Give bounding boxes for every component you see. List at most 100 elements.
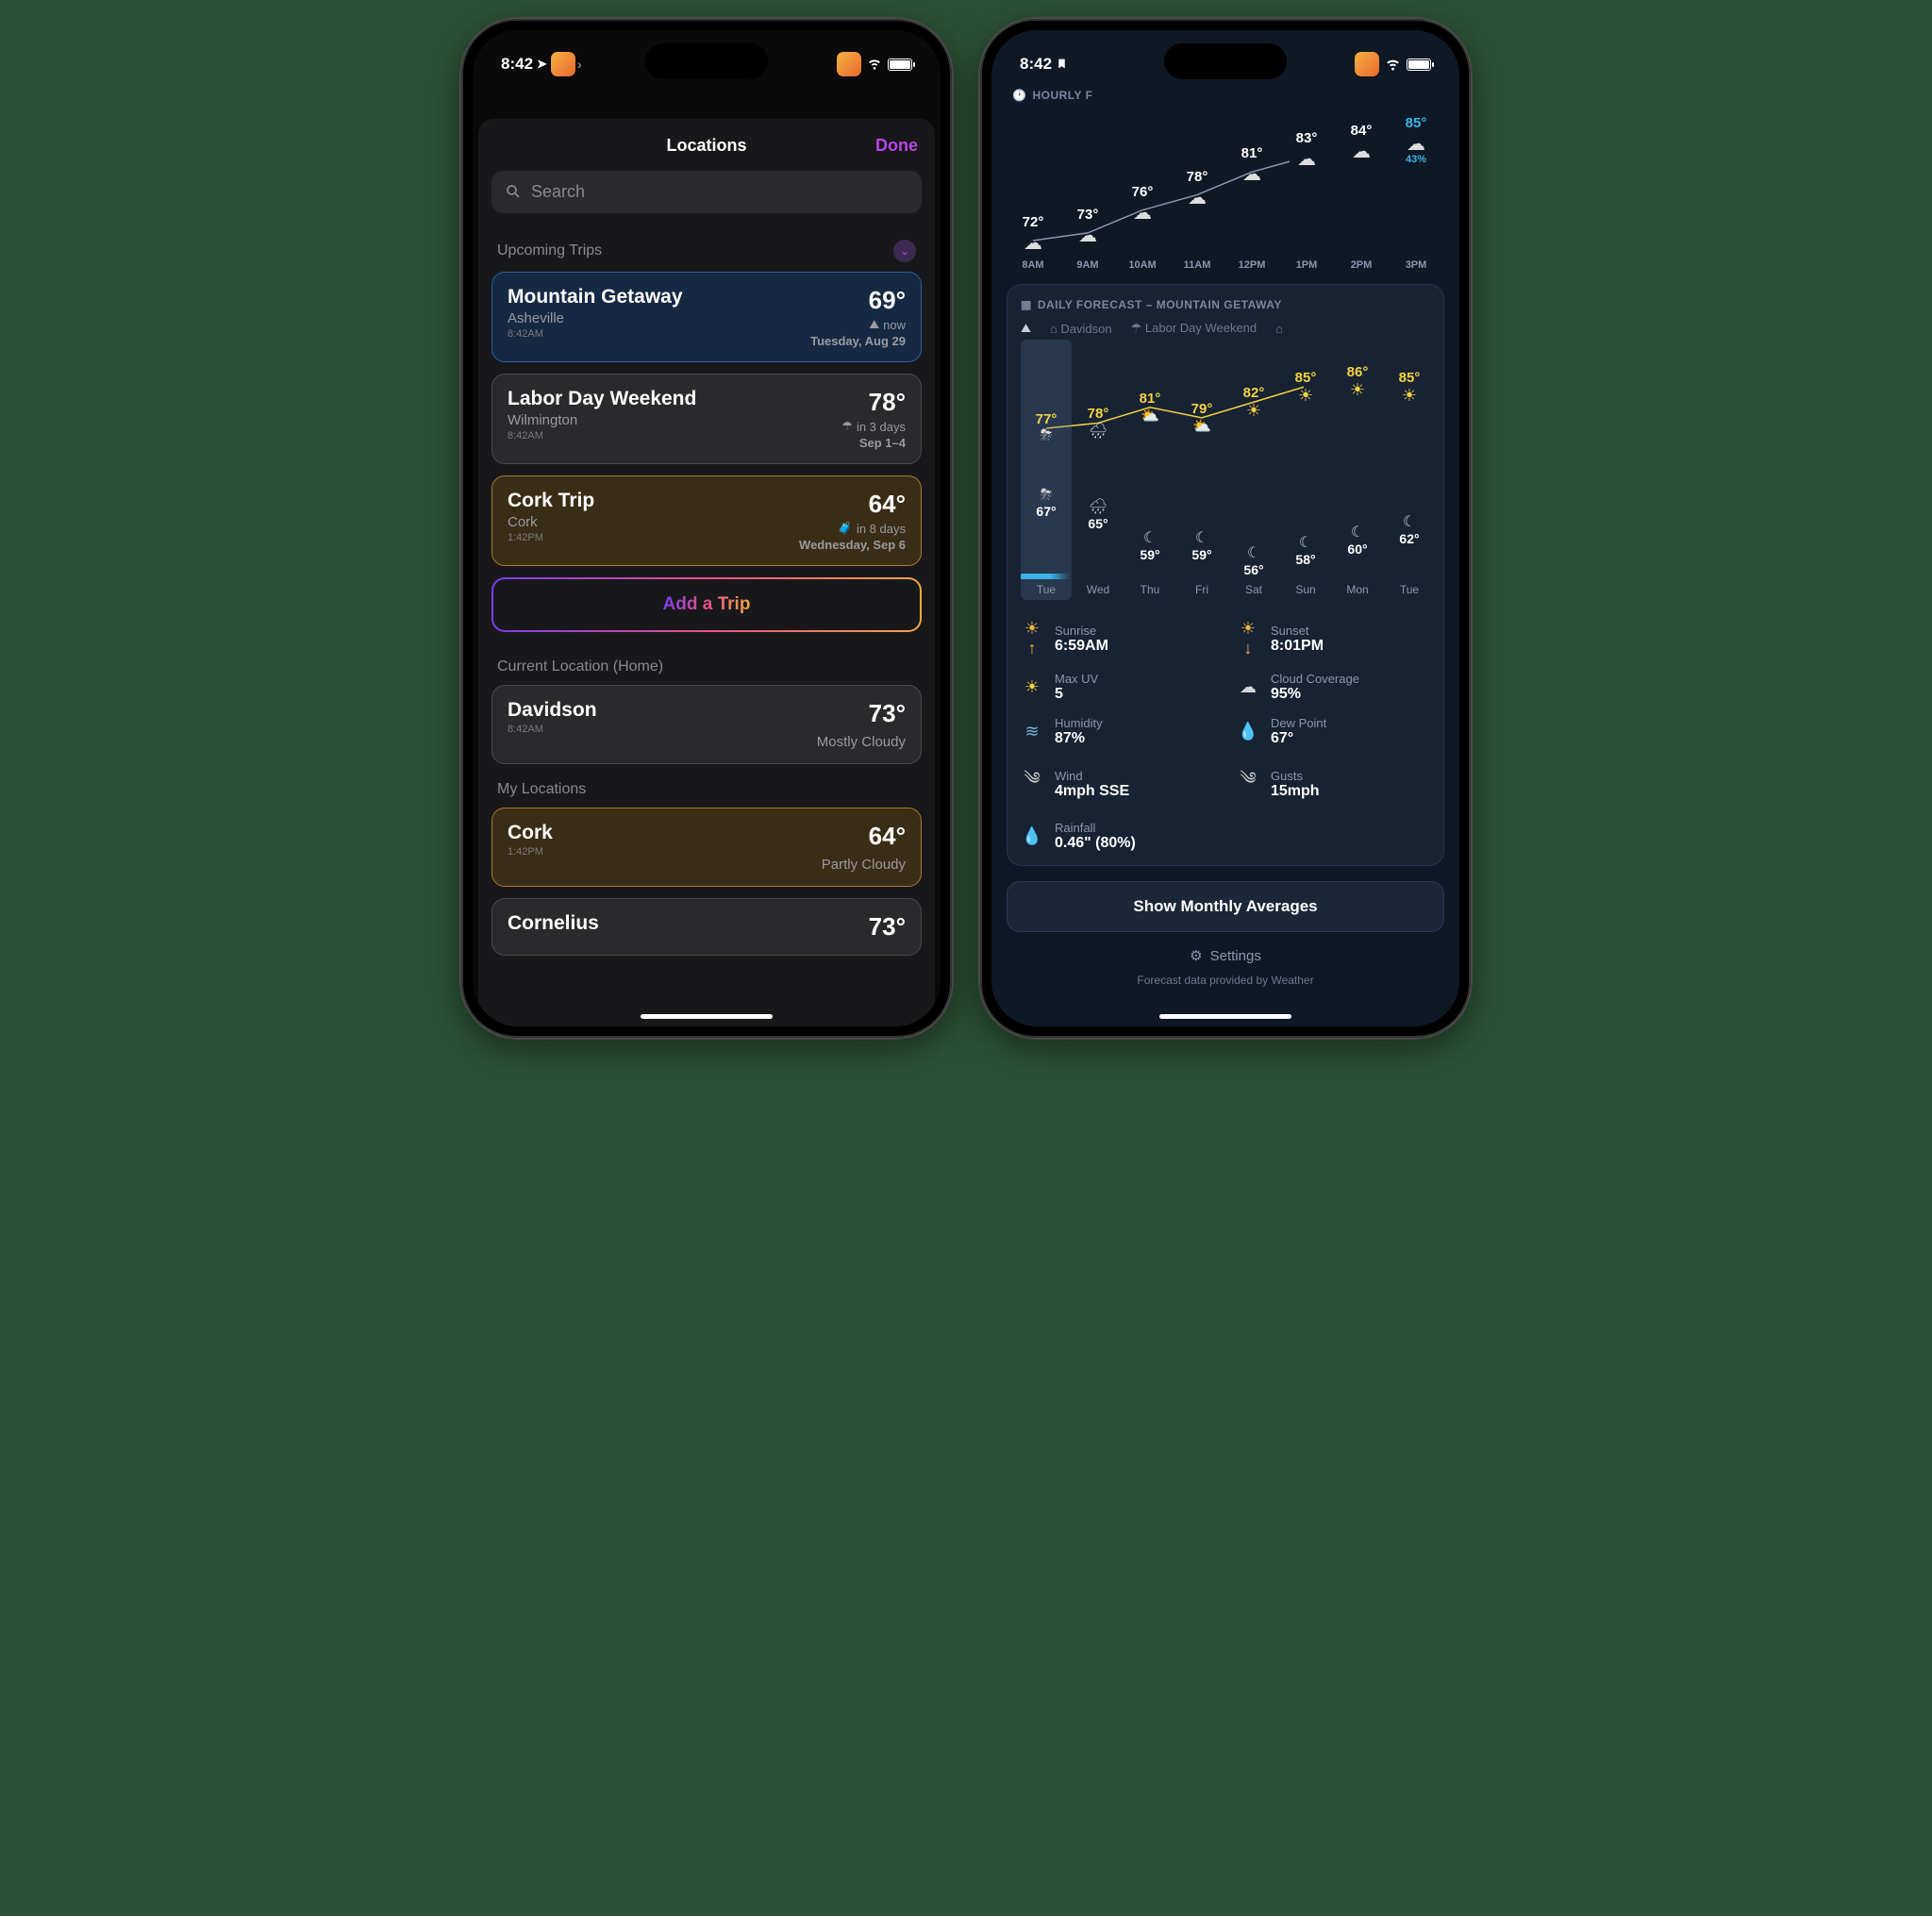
day-label: Tue bbox=[1021, 583, 1072, 596]
weather-icon: ☀ bbox=[1228, 401, 1279, 421]
day-hi-temp: 79° bbox=[1176, 401, 1227, 417]
umbrella-icon: ☂ bbox=[1131, 321, 1142, 335]
detail-rainfall: 💧 Rainfall 0.46" (80%) bbox=[1021, 821, 1430, 852]
tab-Davidson[interactable]: ⌂ Davidson bbox=[1050, 322, 1112, 336]
trip-temp: 78° bbox=[841, 388, 906, 417]
trip-status: ⛰ now bbox=[810, 317, 906, 332]
home-icon: ⌂ bbox=[1050, 322, 1058, 336]
day-label: Tue bbox=[1384, 583, 1435, 596]
location-card[interactable]: Cork 1:42PM 64° Partly Cloudy bbox=[491, 808, 922, 887]
search-icon bbox=[505, 182, 522, 202]
section-current: Current Location (Home) bbox=[497, 658, 916, 675]
search-placeholder: Search bbox=[531, 182, 585, 202]
day-hi-point[interactable]: 77° ⛈ bbox=[1021, 411, 1072, 444]
status-time: 8:42 bbox=[1020, 55, 1052, 74]
day-hi-point[interactable]: 79° ⛅ bbox=[1176, 401, 1227, 436]
detail-value: 95% bbox=[1271, 686, 1359, 703]
hour-point[interactable]: 84° ☁ bbox=[1335, 123, 1388, 161]
detail-label: Sunset bbox=[1271, 624, 1324, 638]
trip-name: Cork Trip bbox=[508, 490, 594, 512]
home-indicator[interactable] bbox=[1159, 1014, 1291, 1019]
tab-Labor Day Weekend[interactable]: ☂ Labor Day Weekend bbox=[1131, 321, 1257, 336]
day-hi-temp: 86° bbox=[1332, 364, 1383, 380]
settings-button[interactable]: ⚙ Settings bbox=[1007, 947, 1444, 964]
trip-city: Wilmington bbox=[508, 412, 696, 428]
add-trip-button[interactable]: Add a Trip bbox=[491, 577, 922, 632]
sheet-title: Locations bbox=[666, 136, 746, 156]
hour-point[interactable]: 83° ☁ bbox=[1280, 130, 1333, 169]
day-lo-point[interactable]: ⛈ 67° bbox=[1021, 487, 1072, 519]
home-icon: ⌂ bbox=[1275, 322, 1283, 336]
weather-icon: ⛈ bbox=[1021, 427, 1072, 444]
day-lo-point[interactable]: ☾ 56° bbox=[1228, 543, 1279, 577]
monthly-averages-button[interactable]: Show Monthly Averages bbox=[1007, 881, 1444, 932]
day-lo-point[interactable]: ☾ 59° bbox=[1124, 528, 1175, 562]
day-hi-temp: 85° bbox=[1280, 370, 1331, 386]
weather-icon: ☾ bbox=[1332, 523, 1383, 541]
hourly-chart[interactable]: 72° ☁ 8AM 73° ☁ 9AM 76° ☁ 10AM 78° ☁ 11A… bbox=[1007, 106, 1444, 271]
trip-card[interactable]: Labor Day Weekend Wilmington 8:42AM 78° … bbox=[491, 374, 922, 464]
day-hi-point[interactable]: 85° ☀ bbox=[1384, 370, 1435, 406]
mountain-icon: ⛰ bbox=[869, 317, 879, 332]
hour-label: 1PM bbox=[1280, 259, 1333, 271]
day-lo-point[interactable]: ☾ 62° bbox=[1384, 512, 1435, 546]
gust-icon: ༄ bbox=[1237, 760, 1259, 808]
detail-value: 8:01PM bbox=[1271, 638, 1324, 655]
hour-label: 11AM bbox=[1171, 259, 1224, 271]
hour-temp: 81° bbox=[1225, 145, 1278, 161]
cloud-icon: ☁ bbox=[1280, 150, 1333, 169]
done-button[interactable]: Done bbox=[875, 136, 918, 156]
bookmark-icon bbox=[1056, 58, 1068, 72]
hour-label: 12PM bbox=[1225, 259, 1278, 271]
detail-cloud-coverage: ☁ Cloud Coverage 95% bbox=[1237, 672, 1430, 703]
day-hi-point[interactable]: 78° 🌧 bbox=[1073, 406, 1124, 441]
hour-point[interactable]: 72° ☁ bbox=[1007, 214, 1059, 253]
hour-point[interactable]: 76° ☁ bbox=[1116, 184, 1169, 223]
sun-icon: ☀ bbox=[1021, 677, 1043, 697]
trip-card[interactable]: Cork Trip Cork 1:42PM 64° 🧳 in 8 days We… bbox=[491, 475, 922, 566]
day-lo-temp: 60° bbox=[1332, 541, 1383, 557]
day-hi-temp: 77° bbox=[1021, 411, 1072, 427]
weather-icon: ⛅ bbox=[1124, 407, 1175, 425]
day-hi-point[interactable]: 85° ☀ bbox=[1280, 370, 1331, 406]
hour-point[interactable]: 78° ☁ bbox=[1171, 169, 1224, 208]
tab-mountain[interactable]: ⛰ bbox=[1021, 321, 1031, 336]
loc-temp: 73° bbox=[869, 912, 906, 941]
location-card[interactable]: Cornelius 73° bbox=[491, 898, 922, 956]
daily-chart[interactable]: 77° ⛈ ⛈ 67° Tue 78° 🌧 🌧 65° Wed 81° ⛅ ☾ … bbox=[1021, 345, 1430, 609]
detail-humidity: ≋ Humidity 87% bbox=[1021, 716, 1214, 747]
wifi-icon bbox=[1385, 55, 1401, 74]
weather-icon: ⛈ bbox=[1021, 487, 1072, 504]
current-location-card[interactable]: Davidson 8:42AM 73° Mostly Cloudy bbox=[491, 685, 922, 764]
tab-home[interactable]: ⌂ bbox=[1275, 322, 1283, 336]
suitcase-icon: 🧳 bbox=[838, 521, 853, 536]
hour-temp: 84° bbox=[1335, 123, 1388, 139]
detail-dew-point: 💧 Dew Point 67° bbox=[1237, 716, 1430, 747]
trip-card[interactable]: Mountain Getaway Asheville 8:42AM 69° ⛰ … bbox=[491, 272, 922, 362]
home-indicator[interactable] bbox=[641, 1014, 773, 1019]
clock-icon: 🕐 bbox=[1012, 89, 1026, 102]
hour-point[interactable]: 81° ☁ bbox=[1225, 145, 1278, 184]
loc-name: Cornelius bbox=[508, 912, 599, 935]
day-lo-point[interactable]: 🌧 65° bbox=[1073, 497, 1124, 531]
weather-icon: ☾ bbox=[1124, 528, 1175, 547]
trip-time: 1:42PM bbox=[508, 532, 594, 543]
weather-details: ☀↑ Sunrise 6:59AM ☀↓ Sunset 8:01PM ☀ Max… bbox=[1021, 619, 1430, 852]
hour-point[interactable]: 73° ☁ bbox=[1061, 207, 1114, 245]
panel-title-text: DAILY FORECAST – MOUNTAIN GETAWAY bbox=[1038, 298, 1282, 311]
day-lo-point[interactable]: ☾ 59° bbox=[1176, 528, 1227, 562]
day-lo-temp: 59° bbox=[1124, 547, 1175, 562]
day-hi-point[interactable]: 82° ☀ bbox=[1228, 385, 1279, 421]
cloud-icon: ☁ bbox=[1335, 142, 1388, 161]
cloud-icon: ☁ bbox=[1061, 226, 1114, 245]
hour-point[interactable]: 85° ☁ 43% bbox=[1390, 115, 1442, 165]
cloud-icon: ☁ bbox=[1390, 135, 1442, 154]
search-input[interactable]: Search bbox=[491, 171, 922, 213]
day-hi-point[interactable]: 81° ⛅ bbox=[1124, 391, 1175, 425]
day-lo-temp: 59° bbox=[1176, 547, 1227, 562]
day-lo-point[interactable]: ☾ 58° bbox=[1280, 533, 1331, 567]
day-lo-point[interactable]: ☾ 60° bbox=[1332, 523, 1383, 557]
day-hi-point[interactable]: 86° ☀ bbox=[1332, 364, 1383, 400]
chevron-down-icon[interactable]: ⌄ bbox=[893, 240, 916, 262]
detail-wind: ༄ Wind 4mph SSE bbox=[1021, 760, 1214, 808]
